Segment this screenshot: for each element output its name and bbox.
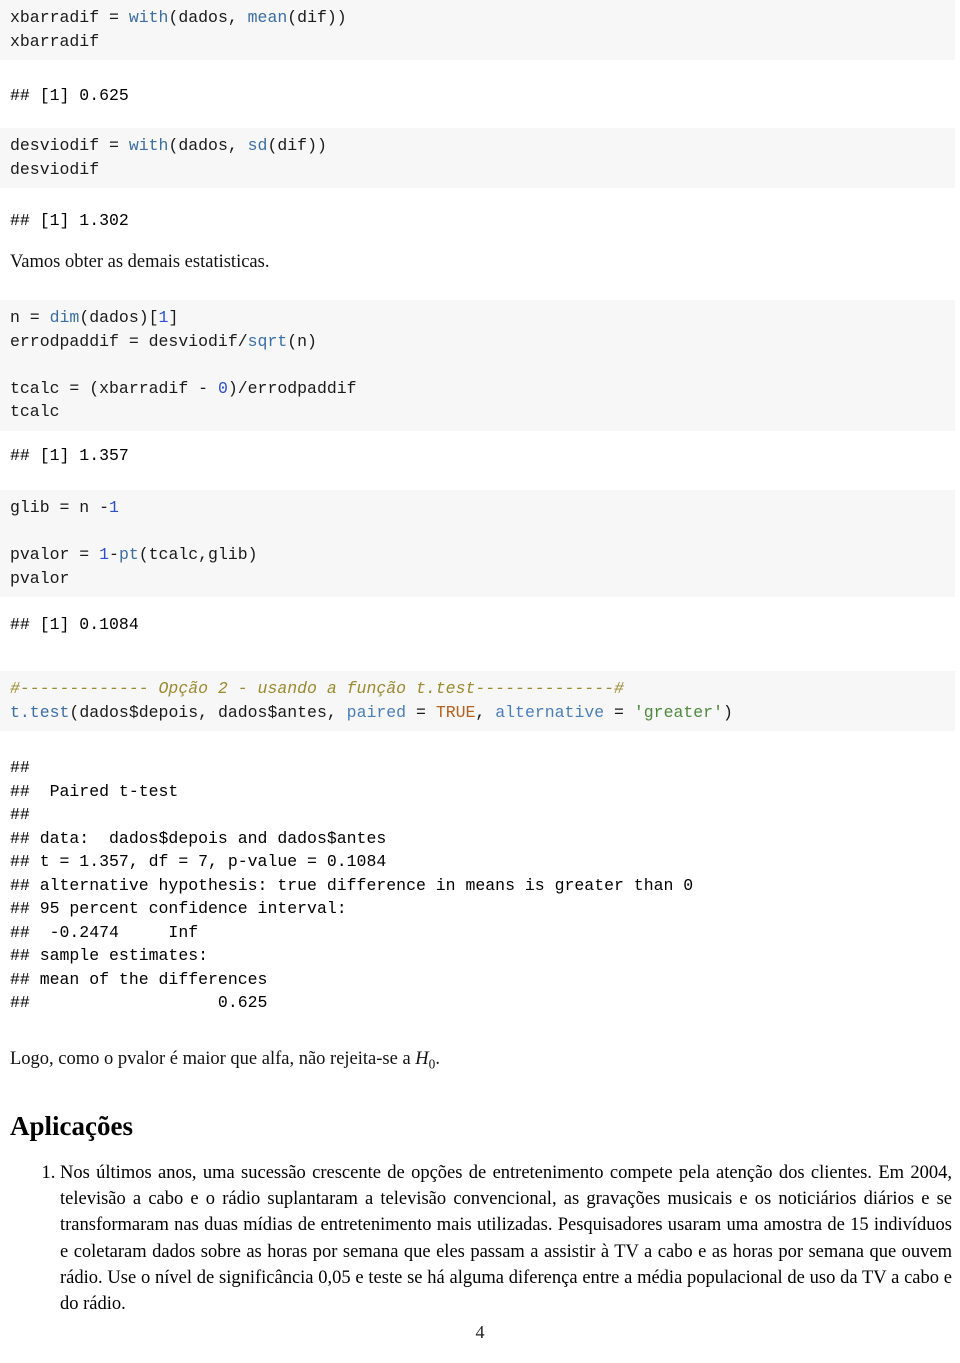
paragraph-text: Logo, como o pvalor é maior que alfa, nã…: [10, 1046, 940, 1078]
applications-list-wrapper: Nos últimos anos, uma sucessão crescente…: [0, 1160, 952, 1317]
code-token-arg-alternative: alternative: [495, 702, 605, 722]
code-token-number-zero: 0: [217, 378, 228, 398]
code-content: desviodif = with(dados, sd(dif)) desviod…: [10, 134, 945, 181]
code-token-function-sqrt: sqrt: [247, 331, 288, 351]
code-token-close: (dif)): [287, 8, 347, 27]
code-token-varecho: desviodif: [10, 159, 100, 179]
code-token-comment-opcao2: #------------- Opção 2 - usando a função…: [10, 679, 624, 698]
code-token-errodpaddif: errodpaddif = desviodif/: [10, 331, 248, 351]
code-token-ttest-data: (dados$depois, dados$antes,: [69, 702, 347, 722]
output-block-xbarradif: ## [1] 0.625: [0, 84, 955, 108]
paragraph-conclusao: Logo, como o pvalor é maior que alfa, nã…: [10, 1046, 940, 1078]
code-token-function-pt: pt: [118, 545, 139, 564]
code-block-tcalc: n = dim(dados)[1] errodpaddif = desviodi…: [0, 300, 955, 431]
code-token-tcalc-expr: tcalc = (xbarradif -: [10, 378, 218, 398]
output-text: ## [1] 1.302: [10, 211, 129, 230]
code-content: n = dim(dados)[1] errodpaddif = desviodi…: [10, 306, 945, 424]
code-token-comma: ,: [475, 702, 496, 722]
code-token-paren-close: ): [723, 702, 733, 722]
code-content: glib = n -1 pvalor = 1-pt(tcalc,glib) pv…: [10, 496, 945, 590]
code-token-dados-index: (dados)[: [79, 308, 159, 327]
code-token-args: (dados,: [168, 136, 248, 155]
code-token-function-with: with: [128, 8, 169, 27]
math-symbol-h: H: [415, 1049, 429, 1069]
code-token-function-ttest: t.test: [10, 702, 70, 722]
code-token-constant-true: TRUE: [435, 702, 476, 722]
output-text: ## [1] 0.625: [10, 86, 129, 105]
applications-list: Nos últimos anos, uma sucessão crescente…: [0, 1160, 952, 1317]
code-block-xbarradif: xbarradif = with(dados, mean(dif)) xbarr…: [0, 0, 955, 60]
code-content: xbarradif = with(dados, mean(dif)) xbarr…: [10, 6, 945, 53]
code-token-function-dim: dim: [49, 308, 80, 327]
code-token-args: (dados,: [168, 8, 248, 27]
code-token-minus: -: [109, 545, 119, 564]
document-page: xbarradif = with(dados, mean(dif)) xbarr…: [0, 0, 960, 1363]
code-token-pt-args: (tcalc,glib): [138, 545, 258, 564]
code-token-function-sd: sd: [247, 136, 268, 155]
code-token-pvalor-echo: pvalor: [10, 568, 70, 588]
code-token-string-greater: 'greater': [633, 702, 723, 722]
code-token-assign: desviodif =: [10, 136, 129, 155]
code-content: #------------- Opção 2 - usando a função…: [10, 677, 945, 724]
code-token-equals: =: [604, 702, 634, 722]
code-token-glib: glib = n -: [10, 498, 110, 517]
code-token-equals: =: [406, 702, 436, 722]
conclusion-text-before: Logo, como o pvalor é maior que alfa, nã…: [10, 1049, 416, 1069]
code-token-assign: xbarradif =: [10, 8, 129, 27]
code-block-ttest: #------------- Opção 2 - usando a função…: [0, 671, 955, 731]
code-token-number-one: 1: [99, 545, 110, 564]
code-block-pvalor: glib = n -1 pvalor = 1-pt(tcalc,glib) pv…: [0, 490, 955, 597]
code-token-arg-paired: paired: [346, 702, 407, 722]
code-token-tcalc-divide: )/errodpaddif: [227, 378, 357, 398]
conclusion-text-after: .: [435, 1049, 440, 1069]
output-block-tcalc: ## [1] 1.357: [0, 444, 955, 468]
code-token-pvalor-assign: pvalor =: [10, 545, 100, 564]
paragraph-estatisticas: Vamos obter as demais estatisticas.: [10, 249, 940, 275]
output-block-desviodif: ## [1] 1.302: [0, 209, 955, 233]
page-title: Aplicações: [10, 1111, 133, 1141]
output-block-ttest: ## ## Paired t-test ## ## data: dados$de…: [0, 756, 955, 1015]
code-token-bracket: ]: [168, 308, 179, 327]
code-token-number-one: 1: [158, 308, 169, 327]
code-token-function-mean: mean: [247, 8, 288, 27]
code-token-tcalc-echo: tcalc: [10, 402, 60, 421]
output-block-pvalor: ## [1] 0.1084: [0, 613, 955, 637]
code-token-number-one: 1: [109, 498, 119, 517]
code-token-varecho: xbarradif: [10, 31, 100, 51]
output-text: ## [1] 1.357: [10, 446, 129, 465]
code-block-desviodif: desviodif = with(dados, sd(dif)) desviod…: [0, 128, 955, 188]
section-heading-wrapper: Aplicações: [10, 1110, 940, 1142]
code-token-close: (dif)): [267, 136, 327, 155]
code-token-sqrt-arg: (n): [287, 331, 317, 351]
paragraph-text: Vamos obter as demais estatisticas.: [10, 252, 270, 272]
code-token-n-assign: n =: [10, 308, 50, 327]
page-number: 4: [475, 1322, 485, 1342]
output-text: ## [1] 0.1084: [10, 615, 139, 634]
code-token-function-with: with: [128, 136, 169, 155]
list-item: Nos últimos anos, uma sucessão crescente…: [60, 1160, 952, 1317]
output-text: ## ## Paired t-test ## ## data: dados$de…: [10, 758, 694, 1012]
